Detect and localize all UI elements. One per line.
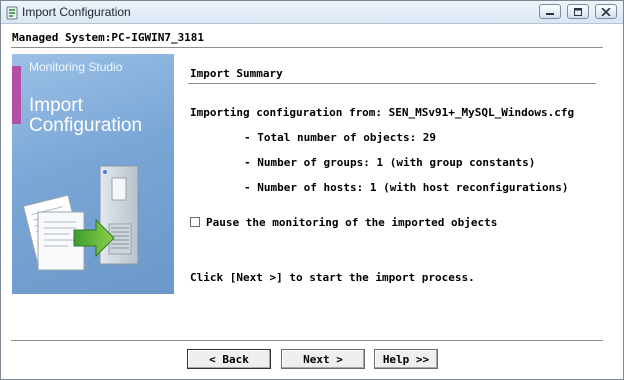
app-icon: [5, 5, 19, 20]
banner-title-line2: Configuration: [29, 115, 143, 136]
banner-title: Import Configuration: [29, 96, 142, 136]
maximize-button[interactable]: [567, 4, 589, 19]
banner-product-name: Monitoring Studio: [29, 60, 123, 74]
wizard-banner: Monitoring Studio Import Configuration: [12, 54, 174, 294]
hosts-count-text: - Number of hosts: 1 (with host reconfig…: [244, 181, 569, 194]
minimize-icon: [546, 13, 554, 15]
header-divider: [11, 47, 603, 48]
documents-to-server-icon: [22, 165, 139, 271]
instruction-text: Click [Next >] to start the import proce…: [190, 271, 475, 284]
close-button[interactable]: [595, 4, 617, 19]
help-button[interactable]: Help >>: [374, 349, 438, 369]
banner-accent-stripe: [12, 66, 21, 124]
minimize-button[interactable]: [539, 4, 561, 19]
pause-monitoring-label[interactable]: Pause the monitoring of the imported obj…: [206, 216, 497, 229]
banner-title-line1: Import: [29, 95, 83, 116]
section-title: Import Summary: [190, 67, 283, 80]
section-divider: [188, 83, 596, 84]
maximize-icon: [574, 8, 582, 16]
importing-from-text: Importing configuration from: SEN_MSv91+…: [190, 106, 575, 119]
next-button[interactable]: Next >: [281, 349, 365, 369]
window-title: Import Configuration: [22, 5, 131, 19]
pause-monitoring-checkbox[interactable]: [190, 217, 200, 227]
title-bar[interactable]: Import Configuration: [1, 1, 623, 24]
total-objects-text: - Total number of objects: 29: [244, 131, 437, 144]
import-configuration-window: Import Configuration Managed System:PC-I…: [0, 0, 624, 380]
back-button[interactable]: < Back: [187, 349, 271, 369]
groups-count-text: - Number of groups: 1 (with group consta…: [244, 156, 536, 169]
footer-divider: [11, 340, 603, 341]
close-icon: [601, 8, 611, 16]
managed-system-label: Managed System:PC-IGWIN7_3181: [12, 31, 205, 44]
